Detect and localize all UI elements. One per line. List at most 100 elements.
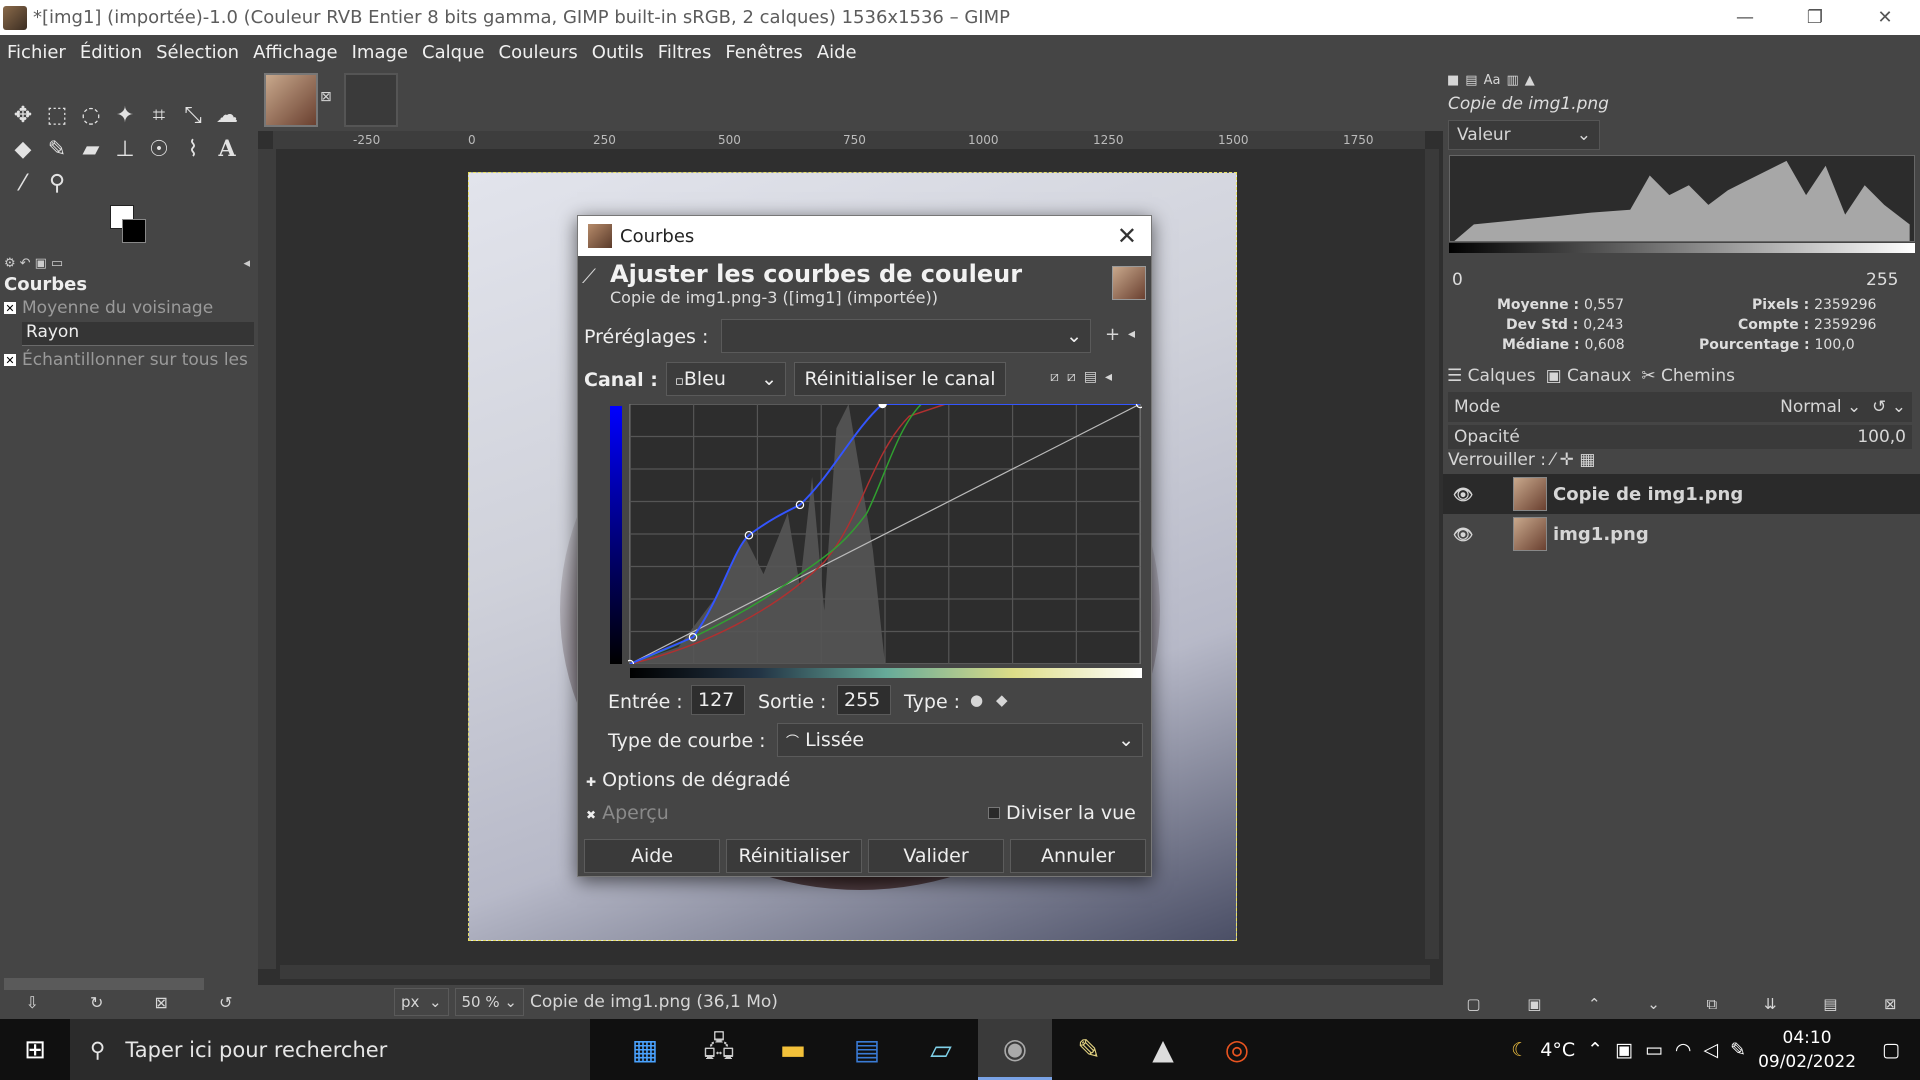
histogram-min[interactable]: 0 xyxy=(1452,270,1463,290)
text-editor-icon[interactable]: ✎ xyxy=(1052,1019,1126,1080)
wifi-icon[interactable]: ◠ xyxy=(1675,1039,1692,1061)
menu-affichage[interactable]: Affichage xyxy=(246,42,345,63)
lasso-tool-icon[interactable]: ◌ xyxy=(74,99,108,131)
paths-tool-icon[interactable]: ⌇ xyxy=(176,133,210,165)
clock[interactable]: 04:10 09/02/2022 xyxy=(1758,1026,1856,1074)
tab-canaux[interactable]: ▣ Canaux xyxy=(1546,366,1632,386)
image-tab-2[interactable] xyxy=(344,73,398,127)
gradient-options-expander[interactable]: ✚ Options de dégradé xyxy=(586,769,790,791)
fg-bg-color-selector[interactable] xyxy=(108,205,150,245)
meet-icon[interactable]: ▣ xyxy=(1615,1039,1633,1061)
pen-icon[interactable]: ✎ xyxy=(1730,1039,1746,1061)
bucket-fill-tool-icon[interactable]: ◆ xyxy=(6,133,40,165)
undo-history-tab-icon[interactable]: ↶ xyxy=(20,256,31,271)
volume-icon[interactable]: ◁ xyxy=(1704,1039,1719,1061)
mask-icon[interactable]: ▤ xyxy=(1823,995,1837,1013)
curve-point-selected[interactable] xyxy=(878,404,887,409)
smooth-point-type-icon[interactable]: ● xyxy=(970,691,983,709)
dialog-close-icon[interactable]: ✕ xyxy=(1117,222,1137,250)
panel-menu-icon[interactable]: ◂ xyxy=(1105,369,1112,385)
reset-options-icon[interactable]: ↺ xyxy=(219,993,232,1012)
eraser-tool-icon[interactable]: ▰ xyxy=(74,133,108,165)
histogram-channel-select[interactable]: Valeur ⌄ xyxy=(1448,120,1600,150)
unit-select[interactable]: px ⌄ xyxy=(394,988,449,1016)
zoom-tool-icon[interactable]: ⚲ xyxy=(40,167,74,199)
menu-outils[interactable]: Outils xyxy=(585,42,651,63)
log-histogram-icon[interactable]: ⧄ xyxy=(1067,369,1076,385)
help-button[interactable]: Aide xyxy=(584,839,720,873)
vertical-scrollbar[interactable] xyxy=(1425,149,1439,959)
image-tab-img1[interactable] xyxy=(264,73,318,127)
preview-checkbox[interactable]: ✖ Aperçu xyxy=(586,802,669,824)
chevron-up-icon[interactable]: ⌃ xyxy=(1587,1039,1603,1061)
split-view-checkbox[interactable]: Diviser la vue xyxy=(988,802,1136,824)
rayon-field[interactable]: Rayon xyxy=(22,322,254,346)
panel-menu-icon[interactable]: ◂ xyxy=(243,256,250,271)
new-layer-icon[interactable]: ▢ xyxy=(1466,995,1480,1013)
visibility-eye-icon[interactable]: 👁 xyxy=(1443,525,1483,544)
text-tool-icon[interactable]: A xyxy=(210,133,244,165)
save-options-icon[interactable]: ⇩ xyxy=(26,993,39,1012)
layer-row[interactable]: 👁 Copie de img1.png xyxy=(1443,474,1920,514)
gimp-taskbar-icon[interactable]: ◉ xyxy=(978,1019,1052,1080)
temperature[interactable]: 4°C xyxy=(1540,1039,1575,1061)
menu-selection[interactable]: Sélection xyxy=(149,42,246,63)
delete-options-icon[interactable]: ⊠ xyxy=(155,993,168,1012)
menu-aide[interactable]: Aide xyxy=(810,42,864,63)
menu-fenetres[interactable]: Fenêtres xyxy=(718,42,809,63)
zoom-select[interactable]: 50 % ⌄ xyxy=(454,988,524,1016)
lower-layer-icon[interactable]: ⌄ xyxy=(1647,995,1660,1013)
curves-graph[interactable] xyxy=(628,404,1142,664)
color-tab-icon[interactable]: ■ xyxy=(1447,73,1459,88)
transform-tool-icon[interactable]: ⤡ xyxy=(176,99,210,131)
warp-tool-icon[interactable]: ☁ xyxy=(210,99,244,131)
move-tool-icon[interactable]: ✥ xyxy=(6,99,40,131)
close-window-button[interactable]: ✕ xyxy=(1850,0,1920,35)
clone-tool-icon[interactable]: ⊥ xyxy=(108,133,142,165)
paintbrush-tool-icon[interactable]: ✎ xyxy=(40,133,74,165)
checkbox-checked-icon[interactable]: ✕ xyxy=(4,302,16,315)
color-picker-tool-icon[interactable]: ⁄ xyxy=(6,167,40,199)
dialog-titlebar[interactable]: Courbes ✕ xyxy=(578,216,1151,256)
lock-alpha-icon[interactable]: ▦ xyxy=(1579,450,1595,470)
close-tab-icon[interactable]: ⊠ xyxy=(320,89,332,105)
palette-tab-icon[interactable]: ▤ xyxy=(1465,73,1477,88)
ok-button[interactable]: Valider xyxy=(868,839,1004,873)
menu-calque[interactable]: Calque xyxy=(415,42,492,63)
notifications-icon[interactable]: ▢ xyxy=(1882,1039,1900,1061)
output-spinner[interactable]: 255 xyxy=(837,685,891,715)
background-color[interactable] xyxy=(122,219,146,243)
ubuntu-icon[interactable]: ◎ xyxy=(1200,1019,1274,1080)
new-group-icon[interactable]: ▣ xyxy=(1527,995,1541,1013)
restore-button[interactable]: ❐ xyxy=(1780,0,1850,35)
minimize-button[interactable]: — xyxy=(1710,0,1780,35)
inkscape-icon[interactable]: ▲ xyxy=(1126,1019,1200,1080)
tab-calques[interactable]: ☰ Calques xyxy=(1447,366,1536,386)
tab-chemins[interactable]: ✂ Chemins xyxy=(1641,366,1735,386)
menu-image[interactable]: Image xyxy=(345,42,415,63)
lock-pixels-icon[interactable]: ⁄ xyxy=(1551,450,1554,470)
visibility-eye-icon[interactable]: 👁 xyxy=(1443,485,1483,504)
corner-point-type-icon[interactable]: ◆ xyxy=(996,691,1008,709)
file-explorer-icon[interactable]: ▬ xyxy=(756,1019,830,1080)
devices-tab-icon[interactable]: ▭ xyxy=(51,256,63,271)
opacity-row[interactable]: Opacité 100,0 xyxy=(1448,425,1912,449)
control-panel-icon[interactable]: ▦ xyxy=(608,1019,682,1080)
lock-position-icon[interactable]: ✛ xyxy=(1560,450,1574,470)
smudge-tool-icon[interactable]: ☉ xyxy=(142,133,176,165)
checkbox-checked-icon[interactable]: ✕ xyxy=(4,354,16,367)
option-echantillonner[interactable]: ✕ Échantillonner sur tous les xyxy=(4,350,248,370)
preset-menu-icon[interactable]: ◂ xyxy=(1128,326,1135,342)
images-tab-icon[interactable]: ▣ xyxy=(35,256,47,271)
mode-select[interactable]: Normal ⌄ ↺ ⌄ xyxy=(1780,397,1906,417)
word-document-icon[interactable]: ▤ xyxy=(830,1019,904,1080)
histogram-max[interactable]: 255 xyxy=(1866,270,1898,290)
notepad-icon[interactable]: ▱ xyxy=(904,1019,978,1080)
menu-fichier[interactable]: Fichier xyxy=(0,42,73,63)
rect-select-tool-icon[interactable]: ⬚ xyxy=(40,99,74,131)
opacity-value[interactable]: 100,0 xyxy=(1857,427,1906,447)
windows-start-icon[interactable]: ⊞ xyxy=(0,1019,70,1080)
reset-channel-button[interactable]: Réinitialiser le canal xyxy=(794,362,1006,396)
histogram-tab-icon[interactable]: ▲ xyxy=(1525,73,1535,88)
input-spinner[interactable]: 127 xyxy=(691,685,745,715)
